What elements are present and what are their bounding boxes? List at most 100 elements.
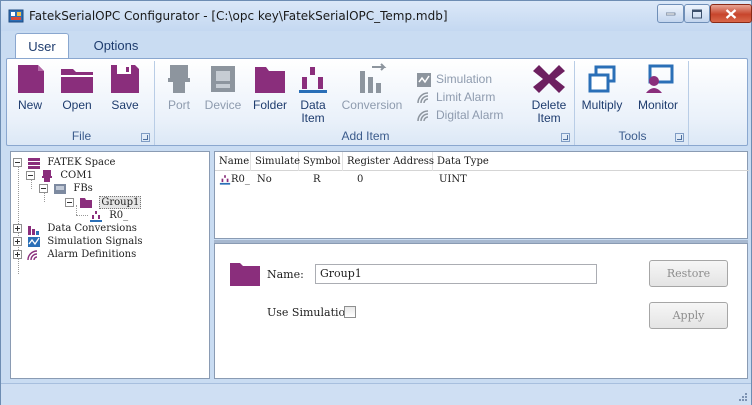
database-icon: [28, 157, 41, 169]
main-area: FATEK Space COM1 FBs Group1 R0_ Data Con…: [6, 148, 749, 380]
tree-node-fatek-space[interactable]: FATEK Space: [13, 156, 115, 169]
digital-alarm-button[interactable]: Digital Alarm: [417, 106, 503, 124]
collapse-toggle[interactable]: [13, 158, 22, 167]
digital-alarm-label: Digital Alarm: [436, 108, 504, 122]
use-simulation-checkbox[interactable]: [344, 306, 356, 318]
port-button[interactable]: Port: [161, 63, 197, 112]
tab-user[interactable]: User: [15, 33, 69, 59]
row-register-address: 0: [357, 174, 364, 185]
project-tree[interactable]: FATEK Space COM1 FBs Group1 R0_ Data Con…: [10, 151, 210, 379]
use-simulation-label: Use Simulation:: [267, 306, 356, 319]
data-item-label-line1: Data: [300, 98, 326, 112]
column-header-data-type[interactable]: Data Type: [433, 152, 749, 171]
app-icon: [8, 9, 24, 23]
new-document-icon: [18, 65, 44, 93]
collapse-toggle[interactable]: [65, 198, 74, 207]
folder-icon: [255, 67, 285, 93]
tab-options[interactable]: Options: [81, 33, 151, 59]
window-title: FatekSerialOPC Configurator - [C:\opc ke…: [29, 9, 448, 23]
open-button-label: Open: [62, 98, 92, 112]
app-window: FatekSerialOPC Configurator - [C:\opc ke…: [0, 0, 752, 405]
simulation-button[interactable]: Simulation: [417, 70, 492, 88]
save-button[interactable]: Save: [105, 63, 145, 112]
collapse-toggle[interactable]: [26, 171, 35, 180]
tree-node-fbs[interactable]: FBs: [39, 182, 93, 195]
column-header-simulate[interactable]: Simulate: [251, 152, 300, 171]
row-simulate: No: [257, 174, 272, 185]
tree-node-label: Data Conversions: [47, 223, 137, 234]
ribbon: New Open Save File Port Device Folder Da…: [6, 58, 748, 146]
minimize-icon: [665, 12, 675, 15]
conversion-icon: [28, 225, 40, 235]
name-label: Name:: [267, 268, 304, 281]
open-folder-icon: [61, 69, 93, 93]
name-input[interactable]: Group1: [315, 264, 597, 284]
tree-node-label: Group1: [99, 196, 142, 209]
column-header-name[interactable]: Name: [215, 152, 251, 171]
multiply-button-label: Multiply: [581, 98, 623, 112]
delete-icon: [533, 65, 565, 93]
new-button-label: New: [17, 98, 42, 112]
tree-node-simulation-signals[interactable]: Simulation Signals: [13, 235, 143, 248]
row-data-type: UINT: [439, 174, 467, 185]
data-item-label-line2: Item: [301, 111, 325, 125]
simulation-icon: [28, 236, 41, 247]
file-group-launcher[interactable]: [141, 133, 150, 142]
tools-group-launcher[interactable]: [675, 133, 684, 142]
close-button[interactable]: [710, 4, 752, 23]
ribbon-group-add-item: Port Device Folder Data Item Conversion …: [157, 61, 575, 145]
alarm-icon: [27, 249, 38, 260]
data-item-icon: [299, 67, 327, 93]
ribbon-group-label: File: [71, 129, 92, 143]
resize-grip-icon[interactable]: [739, 393, 747, 401]
expand-toggle[interactable]: [13, 224, 22, 233]
limit-alarm-button[interactable]: Limit Alarm: [417, 88, 495, 106]
apply-button[interactable]: Apply: [649, 302, 728, 329]
ribbon-group-label: Tools: [618, 129, 647, 143]
status-bar: [1, 383, 751, 405]
conversion-button[interactable]: Conversion: [337, 63, 407, 112]
tree-node-label: R0_: [109, 210, 129, 221]
restore-button[interactable]: Restore: [649, 260, 728, 287]
data-item-icon: [219, 175, 231, 185]
conversion-icon: [360, 63, 387, 93]
open-button[interactable]: Open: [57, 63, 97, 112]
tree-node-r0[interactable]: R0_: [89, 209, 128, 222]
tree-node-group1[interactable]: Group1: [65, 196, 142, 209]
tree-node-label: Alarm Definitions: [47, 249, 137, 260]
minimize-button[interactable]: [657, 4, 684, 23]
item-list[interactable]: Name Simulate Symbol Register Address Da…: [214, 151, 749, 239]
plc-device-icon: [54, 183, 67, 194]
folder-button[interactable]: Folder: [249, 63, 291, 112]
multiply-button[interactable]: Multiply: [579, 63, 625, 112]
port-icon: [168, 65, 190, 93]
detail-panel: Name: Group1 Use Simulation: Restore App…: [214, 243, 748, 379]
device-button[interactable]: Device: [201, 63, 245, 112]
folder-button-label: Folder: [252, 98, 287, 112]
delete-item-button[interactable]: Delete Item: [529, 63, 569, 125]
data-item-button[interactable]: Data Item: [295, 63, 331, 125]
tree-node-alarm-definitions[interactable]: Alarm Definitions: [13, 248, 136, 261]
row-name: R0_: [231, 174, 250, 185]
maximize-icon: [692, 9, 702, 18]
column-header-symbol[interactable]: Symbol: [299, 152, 343, 171]
row-symbol: R: [313, 174, 321, 185]
new-button[interactable]: New: [11, 63, 49, 112]
row-name-cell: R0_: [215, 172, 251, 187]
save-disk-icon: [111, 65, 139, 93]
expand-toggle[interactable]: [13, 237, 22, 246]
maximize-button[interactable]: [684, 4, 710, 23]
limit-alarm-label: Limit Alarm: [436, 90, 496, 104]
tree-node-com1[interactable]: COM1: [26, 169, 93, 182]
serial-port-icon: [42, 169, 53, 182]
title-bar[interactable]: FatekSerialOPC Configurator - [C:\opc ke…: [1, 1, 752, 31]
monitor-button[interactable]: Monitor: [633, 63, 683, 112]
tree-node-label: FATEK Space: [47, 157, 116, 168]
add-item-group-launcher[interactable]: [561, 133, 570, 142]
expand-toggle[interactable]: [13, 250, 22, 259]
collapse-toggle[interactable]: [39, 184, 48, 193]
column-header-register-address[interactable]: Register Address: [343, 152, 434, 171]
data-item-icon: [90, 210, 102, 222]
tree-node-data-conversions[interactable]: Data Conversions: [13, 222, 137, 235]
conversion-button-label: Conversion: [341, 98, 403, 112]
